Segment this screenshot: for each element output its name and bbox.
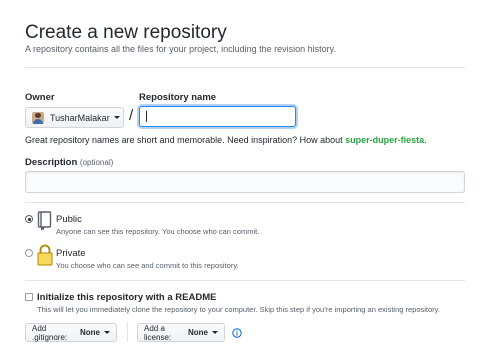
private-radio[interactable] [25, 249, 33, 257]
description-label: Description (optional) [25, 157, 113, 168]
divider [25, 202, 465, 203]
lock-icon [37, 244, 53, 266]
readme-title: Initialize this repository with a README [37, 292, 217, 303]
optional-tag: (optional) [79, 158, 114, 167]
button-separator [127, 322, 128, 342]
license-value: None [188, 328, 208, 337]
owner-dropdown[interactable]: TusharMalakar [25, 107, 124, 128]
repo-icon [37, 211, 52, 231]
repo-name-label: Repository name [139, 92, 217, 103]
hint-text: Great repository names are short and mem… [25, 135, 346, 145]
divider [25, 67, 465, 68]
owner-name: TusharMalakar [50, 112, 110, 123]
info-icon[interactable] [232, 328, 242, 338]
private-description: You choose who can see and commit to thi… [56, 261, 239, 270]
private-title: Private [56, 248, 86, 259]
repository-name-input[interactable] [139, 106, 296, 127]
readme-checkbox[interactable] [25, 293, 33, 301]
owner-repo-separator: / [129, 107, 134, 124]
public-radio[interactable] [25, 215, 33, 223]
page-title: Create a new repository [25, 22, 227, 43]
readme-description: This will let you immediately clone the … [37, 305, 440, 314]
public-title: Public [56, 214, 82, 225]
avatar [32, 111, 44, 124]
text-cursor [146, 111, 147, 122]
hint-end: . [424, 135, 427, 145]
page-subtitle: A repository contains all the files for … [25, 44, 336, 54]
caret-down-icon [104, 331, 110, 334]
gitignore-select[interactable]: Add .gitignore: None [25, 323, 117, 342]
gitignore-value: None [80, 328, 100, 337]
public-description: Anyone can see this repository. You choo… [56, 227, 260, 236]
caret-down-icon [113, 116, 120, 119]
gitignore-label: Add .gitignore: [32, 323, 68, 342]
owner-label: Owner [25, 92, 55, 103]
name-suggestion[interactable]: super-duper-fiesta [345, 135, 424, 145]
description-label-text: Description [25, 157, 78, 168]
caret-down-icon [212, 331, 218, 334]
license-select[interactable]: Add a license: None [137, 323, 225, 342]
name-hint: Great repository names are short and mem… [25, 135, 427, 145]
divider [25, 280, 465, 281]
license-label: Add a license: [144, 323, 172, 342]
description-input[interactable] [25, 171, 465, 193]
